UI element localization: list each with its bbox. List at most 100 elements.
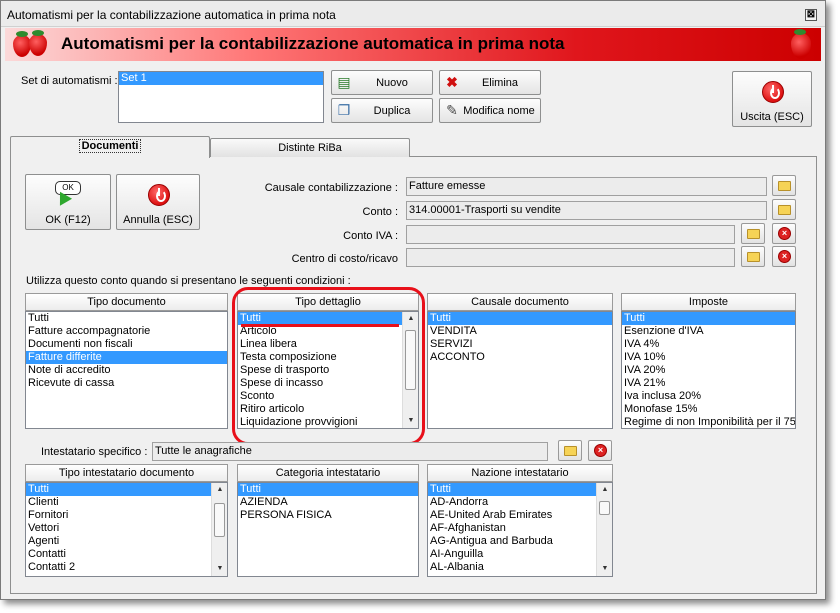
nuovo-button[interactable]: ▤ Nuovo (331, 70, 433, 95)
list-item[interactable]: Esenzione d'IVA (622, 325, 795, 338)
ok-button[interactable]: OK OK (F12) (25, 174, 111, 230)
list-item[interactable]: AG-Antigua and Barbuda (428, 535, 612, 548)
main-window: Automatismi per la contabilizzazione aut… (0, 0, 826, 600)
tab-documenti[interactable]: Documenti (10, 136, 210, 158)
conto-iva-clear-button[interactable]: × (772, 223, 796, 244)
list-item[interactable]: AL-Albania (428, 561, 612, 574)
strawberry-icon (29, 30, 47, 56)
list-item[interactable]: Tutti (238, 483, 418, 496)
list-item[interactable]: AZIENDA (238, 496, 418, 509)
conto-label: Conto : (362, 206, 398, 218)
ok-label: OK (F12) (45, 214, 91, 226)
list-item[interactable]: Tutti (622, 312, 795, 325)
scroll-up-icon[interactable]: ▲ (212, 483, 228, 497)
categoria-intestatario-header: Categoria intestatario (237, 464, 419, 482)
conto-iva-browse-button[interactable] (741, 223, 765, 244)
causale-documento-header: Causale documento (427, 293, 613, 311)
nazione-intestatario-scrollbar[interactable]: ▲ ▼ (596, 483, 612, 576)
centro-browse-button[interactable] (741, 246, 765, 267)
list-item[interactable]: Iva inclusa 20% (622, 390, 795, 403)
conto-field[interactable]: 314.00001-Trasporti su vendite (406, 201, 767, 220)
conto-iva-field[interactable] (406, 225, 735, 244)
centro-clear-button[interactable]: × (772, 246, 796, 267)
tipo-intestatario-list[interactable]: Tutti Clienti Fornitori Vettori Agenti Contat… (25, 482, 228, 577)
scroll-thumb[interactable] (214, 503, 225, 537)
annulla-button[interactable]: Annulla (ESC) (116, 174, 200, 230)
conto-browse-button[interactable] (772, 199, 796, 220)
uscita-button[interactable]: Uscita (ESC) (732, 71, 812, 127)
list-item[interactable]: Contatti 2 (26, 561, 227, 574)
duplica-button[interactable]: ❐ Duplica (331, 98, 433, 123)
tab-distinte-riba[interactable]: Distinte RiBa (210, 138, 410, 157)
modifica-nome-button[interactable]: ✎ Modifica nome (439, 98, 541, 123)
intestatario-clear-button[interactable]: × (588, 440, 612, 461)
uscita-label: Uscita (ESC) (740, 111, 804, 123)
duplica-label: Duplica (373, 105, 411, 117)
list-item[interactable]: Monofase 15% (622, 403, 795, 416)
list-item[interactable]: Documenti non fiscali (26, 338, 227, 351)
centro-field[interactable] (406, 248, 735, 267)
list-item[interactable]: Tutti (428, 312, 612, 325)
nuovo-label: Nuovo (376, 77, 408, 89)
list-item[interactable]: VENDITA (428, 325, 612, 338)
list-item[interactable]: Ricevute di cassa (26, 377, 227, 390)
scroll-thumb[interactable] (599, 501, 610, 515)
intestatario-field[interactable]: Tutte le anagrafiche (152, 442, 548, 461)
strawberry-icon (791, 29, 811, 59)
list-item[interactable]: Fatture accompagnatorie (26, 325, 227, 338)
tipo-documento-list[interactable]: Tutti Fatture accompagnatorie Documenti no… (25, 311, 228, 429)
title-bar: Automatismi per la contabilizzazione aut… (1, 1, 825, 27)
list-item[interactable]: Set 1 (119, 72, 323, 85)
list-item[interactable]: AF-Afghanistan (428, 522, 612, 535)
list-item[interactable]: Note di accredito (26, 364, 227, 377)
causale-browse-button[interactable] (772, 175, 796, 196)
duplicate-icon: ❐ (337, 102, 351, 118)
imposte-list[interactable]: Tutti Esenzione d'IVA IVA 4% IVA 10% IVA 20%… (621, 311, 796, 429)
elimina-button[interactable]: ✖ Elimina (439, 70, 541, 95)
causale-field[interactable]: Fatture emesse (406, 177, 767, 196)
highlight-annotation (232, 287, 425, 445)
list-item[interactable]: IVA 20% (622, 364, 795, 377)
header-banner: Automatismi per la contabilizzazione aut… (5, 28, 821, 61)
list-item[interactable]: AI-Anguilla (428, 548, 612, 561)
list-item[interactable]: Tutti (26, 483, 227, 496)
list-item[interactable]: Fornitori (26, 509, 227, 522)
list-item[interactable]: Vettori (26, 522, 227, 535)
tipo-intestatario-scrollbar[interactable]: ▲ ▼ (211, 483, 227, 576)
underline-annotation (241, 324, 399, 327)
delete-icon: ✖ (446, 74, 458, 90)
clear-icon: × (778, 227, 791, 240)
list-item[interactable]: Clienti (26, 496, 227, 509)
list-item[interactable]: Contatti (26, 548, 227, 561)
list-item[interactable]: PERSONA FISICA (238, 509, 418, 522)
list-item[interactable]: SERVIZI (428, 338, 612, 351)
list-item[interactable]: Agenti (26, 535, 227, 548)
tab-distinte-label: Distinte RiBa (278, 142, 342, 154)
list-item[interactable]: AD-Andorra (428, 496, 612, 509)
intestatario-browse-button[interactable] (558, 440, 582, 461)
list-item[interactable]: Tutti (428, 483, 612, 496)
elimina-label: Elimina (481, 77, 519, 89)
scroll-down-icon[interactable]: ▼ (212, 562, 228, 576)
list-item[interactable]: AE-United Arab Emirates (428, 509, 612, 522)
list-item[interactable]: IVA 10% (622, 351, 795, 364)
set-list[interactable]: Set 1 (118, 71, 324, 123)
categoria-intestatario-list[interactable]: Tutti AZIENDA PERSONA FISICA (237, 482, 419, 577)
scroll-up-icon[interactable]: ▲ (597, 483, 613, 497)
list-item[interactable]: Regime di non Imponibilità per il 75% (622, 416, 795, 428)
list-item[interactable]: Tutti (26, 312, 227, 325)
clear-icon: × (594, 444, 607, 457)
modifica-label: Modifica nome (463, 105, 535, 117)
centro-label: Centro di costo/ricavo (291, 253, 398, 265)
causale-documento-list[interactable]: Tutti VENDITA SERVIZI ACCONTO (427, 311, 613, 429)
folder-icon (778, 205, 791, 215)
list-item[interactable]: ACCONTO (428, 351, 612, 364)
list-item[interactable]: Fatture differite (26, 351, 227, 364)
nazione-intestatario-list[interactable]: Tutti AD-Andorra AE-United Arab Emirates AF… (427, 482, 613, 577)
window-title: Automatismi per la contabilizzazione aut… (7, 8, 336, 22)
list-item[interactable]: IVA 21% (622, 377, 795, 390)
scroll-down-icon[interactable]: ▼ (597, 562, 613, 576)
window-close-button[interactable]: ⊠ (805, 9, 817, 21)
list-item[interactable]: IVA 4% (622, 338, 795, 351)
folder-icon (747, 252, 760, 262)
